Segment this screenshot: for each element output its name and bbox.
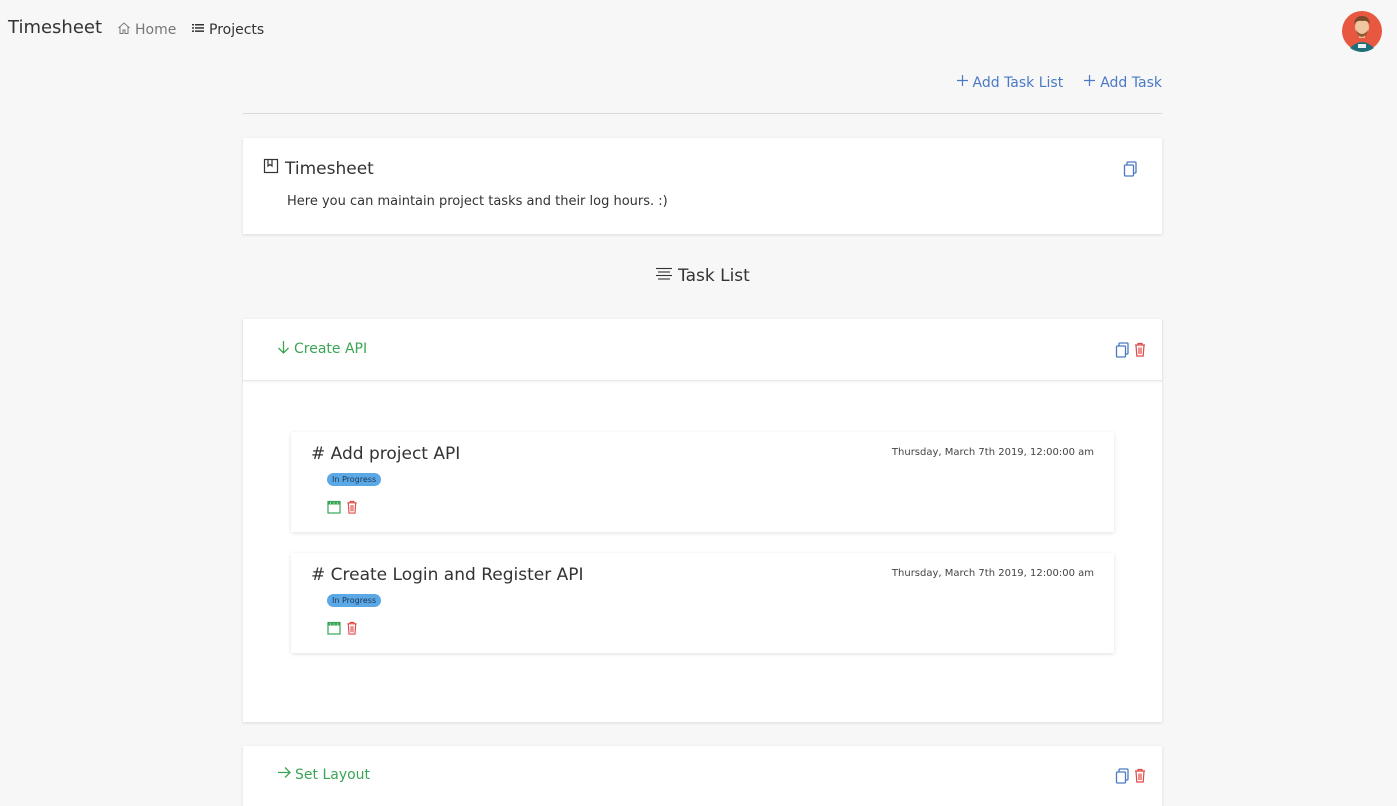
copy-icon[interactable]: [1115, 342, 1130, 358]
add-task-list-label: Add Task List: [972, 74, 1064, 91]
task-actions: [327, 500, 358, 514]
nav-home-label: Home: [135, 22, 177, 38]
task-date: Thursday, March 7th 2019, 12:00:00 am: [891, 568, 1094, 579]
nav-home-link[interactable]: Home: [117, 21, 176, 39]
trash-icon[interactable]: [1134, 342, 1146, 358]
task-list-actions: [1115, 342, 1146, 358]
arrow-right-icon: [277, 766, 291, 783]
trash-icon[interactable]: [346, 621, 358, 635]
status-badge: In Progress: [327, 473, 382, 486]
trash-icon[interactable]: [1134, 768, 1146, 784]
add-task-button[interactable]: Add Task: [1083, 74, 1162, 91]
book-icon: [263, 158, 279, 179]
project-card: Timesheet Here you can maintain project …: [243, 138, 1162, 234]
plus-icon: [1083, 74, 1096, 91]
task-list-card: Set Layout: [243, 746, 1162, 806]
brand-title[interactable]: Timesheet: [8, 17, 102, 38]
project-title-text: Timesheet: [285, 158, 374, 179]
calendar-icon[interactable]: [327, 500, 341, 514]
task-list-card: Create API # Add project API Thursday, M…: [243, 319, 1162, 722]
arrow-down-icon: [277, 340, 290, 358]
project-description: Here you can maintain project tasks and …: [287, 194, 668, 209]
divider: [243, 113, 1162, 114]
add-task-list-button[interactable]: Add Task List: [956, 74, 1064, 91]
status-badge: In Progress: [327, 594, 382, 607]
task-list-toggle[interactable]: Set Layout: [277, 766, 370, 783]
align-icon: [655, 266, 673, 286]
toolbar-actions: Add Task List Add Task: [956, 74, 1162, 91]
task-title: # Create Login and Register API: [311, 565, 584, 585]
add-task-label: Add Task: [1100, 74, 1162, 91]
task-card: # Add project API Thursday, March 7th 20…: [291, 432, 1114, 532]
task-list-header: Create API: [243, 319, 1162, 381]
navbar: Timesheet Home Projects: [0, 0, 1397, 60]
copy-icon[interactable]: [1115, 768, 1130, 784]
nav-projects-label: Projects: [209, 22, 265, 38]
task-date: Thursday, March 7th 2019, 12:00:00 am: [891, 447, 1094, 458]
home-icon: [117, 21, 131, 39]
task-list-heading: Task List: [655, 266, 750, 286]
task-list-heading-text: Task List: [678, 266, 750, 286]
task-actions: [327, 621, 358, 635]
project-title: Timesheet: [263, 158, 374, 179]
task-card: # Create Login and Register API Thursday…: [291, 553, 1114, 653]
list-icon: [191, 21, 205, 39]
task-list-name: Set Layout: [295, 766, 371, 783]
task-list-actions: [1115, 768, 1146, 784]
task-title: # Add project API: [311, 444, 461, 464]
nav-projects-link[interactable]: Projects: [191, 21, 264, 39]
task-list-toggle[interactable]: Create API: [277, 340, 367, 358]
calendar-icon[interactable]: [327, 621, 341, 635]
user-avatar[interactable]: [1341, 10, 1383, 52]
task-list-name: Create API: [294, 341, 368, 357]
copy-icon[interactable]: [1123, 161, 1138, 177]
plus-icon: [956, 74, 969, 91]
trash-icon[interactable]: [346, 500, 358, 514]
